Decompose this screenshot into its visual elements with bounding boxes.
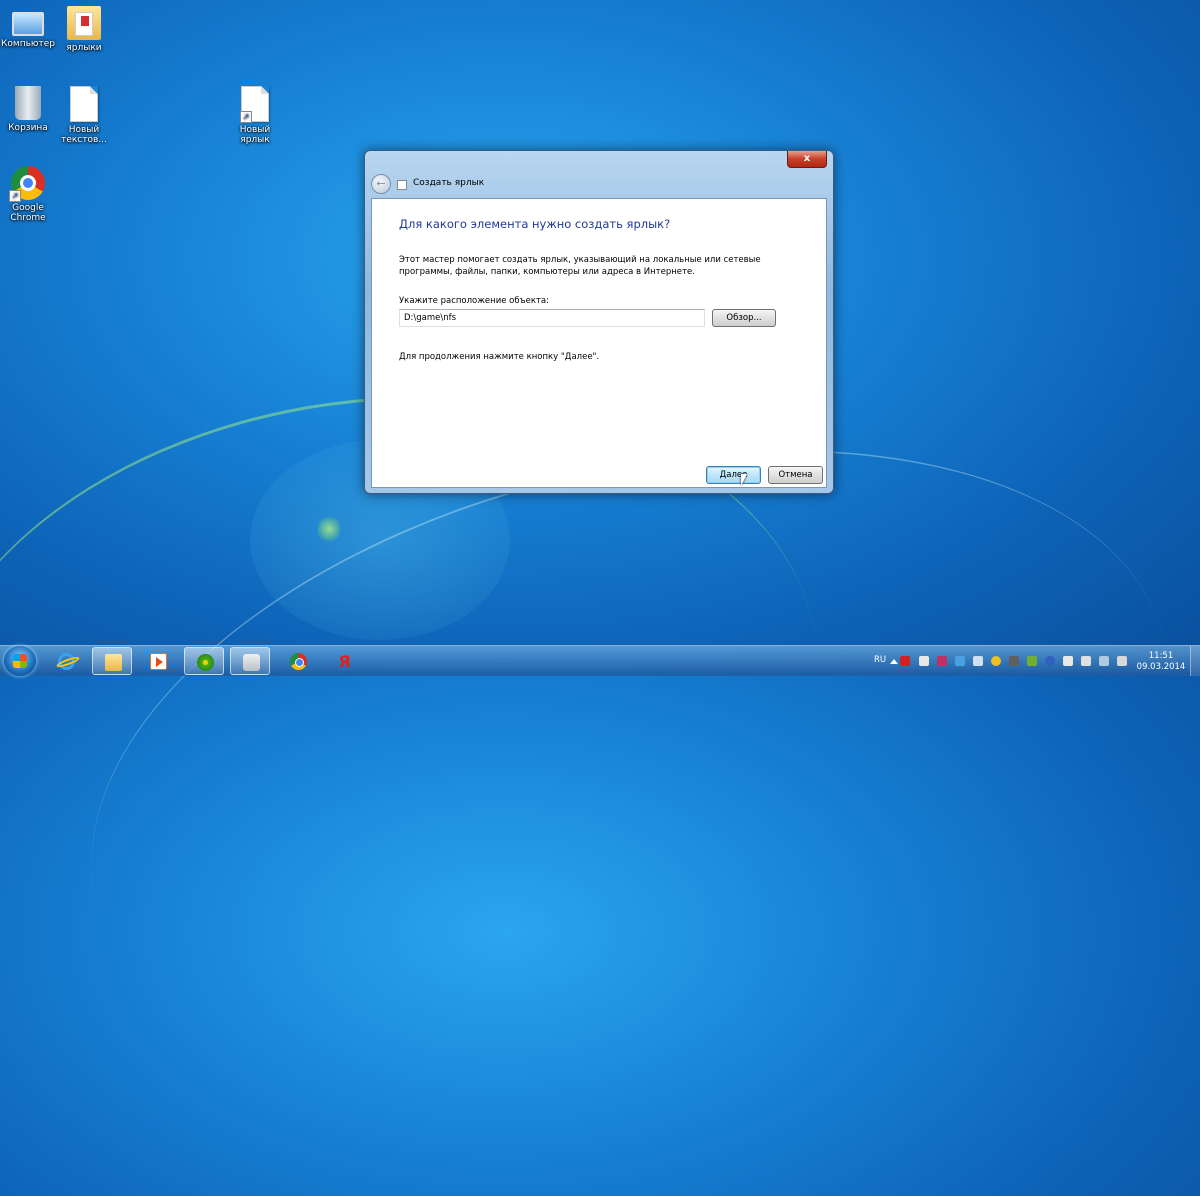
taskbar-media-player[interactable] [138,647,178,675]
flag-icon[interactable] [1081,656,1091,666]
dialog-content: Для какого элемента нужно создать ярлык?… [371,198,827,488]
taskbar-chrome[interactable] [278,647,318,675]
close-button[interactable]: x [787,151,827,168]
system-clock[interactable]: 11:51 09.03.2014 [1136,651,1186,673]
tray-app-icon[interactable] [973,656,983,666]
wallpaper-logo [318,514,340,544]
tray-app-icon[interactable] [1009,656,1019,666]
back-button[interactable]: ← [371,174,391,194]
browse-button[interactable]: Обзор... [712,309,776,327]
location-label: Укажите расположение объекта: [399,296,549,306]
taskbar-explorer[interactable] [92,647,132,675]
taskbar-sound[interactable] [230,647,270,675]
explorer-icon [105,654,122,671]
shortcut-icon: ↗ [240,86,269,123]
tray-app-icon[interactable] [919,656,929,666]
sound-icon [243,654,260,671]
tray-expand-icon[interactable] [890,659,898,664]
internet-explorer-icon [58,653,75,670]
taskbar-ie[interactable] [46,647,86,675]
clock-time: 11:51 [1148,651,1174,661]
shortcut-arrow-icon: ↗ [9,190,21,202]
clock-date: 09.03.2014 [1136,662,1186,672]
bluetooth-icon[interactable] [1045,656,1055,666]
taskbar-icq[interactable] [184,647,224,675]
tray-app-icon[interactable] [1063,656,1073,666]
wizard-description: Этот мастер помогает создать ярлык, указ… [399,255,761,277]
chrome-icon [290,653,307,670]
taskbar-yandex[interactable]: Я [324,647,364,675]
show-desktop-button[interactable] [1190,646,1200,676]
language-indicator[interactable]: RU [874,655,886,685]
recycle-bin-icon [15,86,41,120]
dialog-title: Создать ярлык [413,178,485,188]
taskbar: Я RU 11:51 09.03.2014 [0,645,1200,676]
continue-hint: Для продолжения нажмите кнопку "Далее". [399,352,600,362]
text-document-icon [70,86,98,122]
chrome-icon: ↗ [9,166,45,202]
computer-icon [12,12,44,36]
desktop-icon-shortcuts-folder[interactable]: ярлыки [54,6,114,53]
desktop-icon-computer[interactable]: Компьютер [0,6,58,49]
desktop-icon-label: Корзина [8,123,48,133]
volume-icon[interactable] [1117,656,1127,666]
tray-app-icon[interactable] [900,656,910,666]
page-title: Для какого элемента нужно создать ярлык? [399,217,671,231]
dialog-titlebar: ← Создать ярлык [371,173,771,195]
mouse-cursor-icon [741,474,747,486]
desktop-icon-label: Новый текстов... [61,125,107,145]
start-button[interactable] [4,646,36,676]
folder-icon [67,6,101,40]
desktop-icon-recycle-bin[interactable]: Корзина [0,86,58,133]
cancel-button[interactable]: Отмена [768,466,823,484]
shortcut-arrow-icon: ↗ [240,111,252,123]
yandex-icon: Я [338,652,351,671]
tray-app-icon[interactable] [955,656,965,666]
desktop-icon-label: Google Chrome [10,203,46,223]
desktop-icon-new-text-doc[interactable]: Новый текстов... [54,86,114,145]
desktop-icon-label: Новый ярлык [239,125,271,145]
desktop-icon-label: ярлыки [66,43,102,53]
network-icon[interactable] [1099,656,1109,666]
desktop-icon-chrome[interactable]: ↗ Google Chrome [0,166,58,223]
desktop-icon-new-shortcut[interactable]: ↗ Новый ярлык [225,86,285,145]
tray-app-icon[interactable] [937,656,947,666]
media-player-icon [150,653,167,670]
desktop-icon-label: Компьютер [1,39,55,49]
icq-icon [197,654,214,671]
next-button[interactable]: Далее [706,466,761,484]
tray-app-icon[interactable] [991,656,1001,666]
tray-app-icon[interactable] [1027,656,1037,666]
create-shortcut-dialog: x ← Создать ярлык Для какого элемента ну… [364,150,834,494]
location-input[interactable] [399,309,705,327]
shortcut-icon [397,180,407,190]
